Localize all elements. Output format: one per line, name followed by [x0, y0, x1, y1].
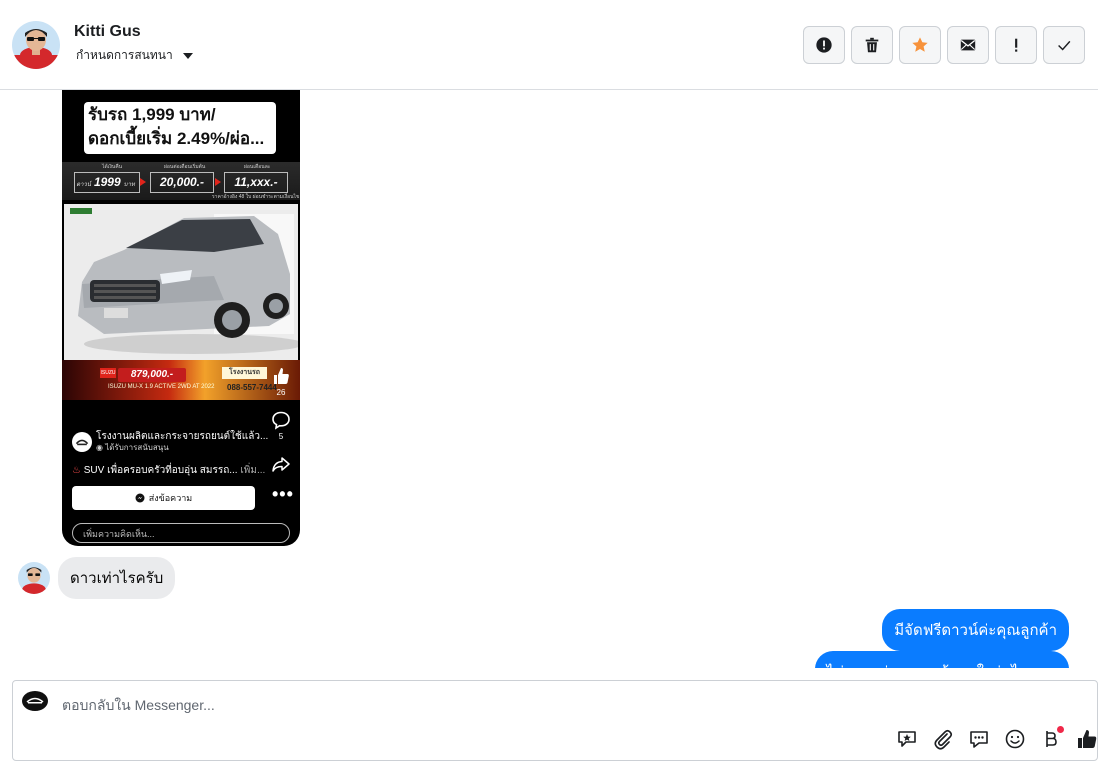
exclamation-icon: [1015, 38, 1018, 52]
ad-title: รับรถ 1,999 บาท/ ดอกเบี้ยเริ่ม 2.49%/ผ่อ…: [84, 102, 276, 154]
trash-icon: [865, 37, 879, 53]
ad-caption: ♨ SUV เพื่อครอบครัวที่อบอุ่น สมรรถ... เพ…: [72, 463, 265, 478]
message-thread[interactable]: รับรถ 1,999 บาท/ ดอกเบี้ยเริ่ม 2.49%/ผ่อ…: [0, 90, 1098, 668]
assign-conversation-dropdown[interactable]: กำหนดการสนทนา: [76, 46, 193, 65]
price-banner: ISUZU 879,000.- ISUZU MU-X 1.9 ACTIVE 2W…: [62, 360, 300, 400]
reply-input[interactable]: ตอบกลับใน Messenger...: [62, 695, 215, 717]
saved-replies-icon: [970, 731, 988, 748]
banner-model: ISUZU MU-X 1.9 ACTIVE 2WD AT 2022: [108, 384, 215, 390]
dealer-logo: โรงงานรถ: [222, 367, 267, 379]
brand-tag: ISUZU: [100, 368, 116, 378]
assign-label: กำหนดการสนทนา: [76, 48, 173, 62]
caption-text: SUV เพื่อครอบครัวที่อบอุ่น สมรรถ...: [83, 465, 238, 476]
composer-tools: [895, 726, 1098, 751]
shared-ad-post[interactable]: รับรถ 1,999 บาท/ ดอกเบี้ยเริ่ม 2.49%/ผ่อ…: [62, 90, 300, 546]
payment-button[interactable]: [1039, 726, 1064, 751]
sticker-button[interactable]: [895, 727, 919, 751]
like-count: 26: [276, 388, 286, 397]
envelope-icon: [960, 39, 976, 51]
price-strip: ได้เงินคืน ผ่อนต่อเดือนเริ่มต้น ผ่อนเดือ…: [62, 162, 300, 200]
incoming-message-row: ดาวเท่าไรครับ: [18, 557, 176, 599]
star-button[interactable]: [899, 26, 941, 64]
saved-replies-button[interactable]: [967, 727, 991, 751]
arrow-right-icon: [215, 178, 221, 186]
monthly-box: 11,xxx.-: [224, 172, 288, 193]
contact-name[interactable]: Kitti Gus: [74, 23, 141, 41]
delete-button[interactable]: [851, 26, 893, 64]
page-avatar: [22, 691, 48, 711]
down-unit: บาท: [123, 182, 135, 188]
thumbs-up-icon: [274, 368, 289, 384]
follow-up-button[interactable]: [995, 26, 1037, 64]
price-caption: ผ่อนเดือนละ: [244, 164, 271, 170]
car-photo: [64, 204, 298, 360]
caret-down-icon: [182, 52, 193, 59]
check-icon: [1058, 40, 1071, 51]
arrow-right-icon: [140, 178, 146, 186]
price-caption: ผ่อนต่อเดือนเริ่มต้น: [164, 164, 206, 170]
like-action[interactable]: 26: [270, 366, 292, 397]
price-caption: ได้เงินคืน: [102, 164, 123, 170]
down-value: 1999: [93, 175, 121, 189]
sender-avatar[interactable]: [18, 562, 50, 594]
notification-dot: [1057, 726, 1064, 733]
send-message-label: ส่งข้อความ: [148, 493, 193, 503]
sponsored-text: ได้รับการสนับสนุน: [105, 443, 169, 452]
strip-note: ราคาอ้างอิง 48 ใบ ผ่อนชำระตามเงื่อนไข: [212, 194, 300, 200]
down-prefix: ดาวน์: [76, 182, 91, 188]
like-send-button[interactable]: [1075, 727, 1098, 751]
page-logo: [72, 432, 92, 452]
done-button[interactable]: [1043, 26, 1085, 64]
spam-button[interactable]: [803, 26, 845, 64]
conversation-header: Kitti Gus กำหนดการสนทนา: [0, 0, 1098, 90]
sponsored-label: ◉ ได้รับการสนับสนุน: [96, 443, 268, 453]
globe-icon: ◉: [96, 443, 106, 452]
ad-page-info[interactable]: โรงงานผลิตและกระจายรถยนต์ใช้แล้ว... ◉ ได…: [72, 431, 268, 453]
share-action[interactable]: [270, 454, 292, 474]
cash-back-box: 20,000.-: [150, 172, 214, 193]
down-payment-box: ดาวน์ 1999 บาท: [74, 172, 140, 193]
messenger-icon: [135, 493, 145, 503]
contact-avatar[interactable]: [12, 21, 60, 69]
banner-price: 879,000.-: [118, 368, 186, 382]
attach-button[interactable]: [931, 727, 955, 751]
more-options-icon[interactable]: •••: [272, 485, 294, 503]
reply-composer: ตอบกลับใน Messenger...: [12, 680, 1098, 761]
star-icon: [912, 37, 928, 52]
comment-input[interactable]: เพิ่มความคิดเห็น...: [72, 523, 290, 543]
emoji-button[interactable]: [1003, 727, 1027, 751]
hot-icon: ♨: [72, 465, 84, 476]
outgoing-message-bubble[interactable]: ไม่ทราบว่าคุณลูกค้าสนใจรุ่นไหนคะ: [814, 651, 1069, 668]
attach-icon: [934, 729, 953, 750]
comment-count: 5: [278, 432, 284, 441]
outgoing-message-bubble[interactable]: มีจัดฟรีดาวน์ค่ะคุณลูกค้า: [882, 609, 1069, 651]
page-name: โรงงานผลิตและกระจายรถยนต์ใช้แล้ว...: [96, 431, 269, 442]
mark-unread-button[interactable]: [947, 26, 989, 64]
see-more-link[interactable]: เพิ่ม...: [238, 465, 265, 476]
incoming-message-bubble[interactable]: ดาวเท่าไรครับ: [58, 557, 176, 599]
sticker-icon: [898, 731, 916, 747]
emoji-icon: [1005, 729, 1025, 749]
alert-circle-icon: [816, 37, 832, 53]
conversation-actions: [803, 26, 1085, 64]
comment-action[interactable]: 5: [270, 410, 292, 441]
send-message-button[interactable]: ส่งข้อความ: [72, 486, 255, 510]
thumbs-up-icon: [1078, 730, 1097, 748]
comment-icon: [272, 411, 290, 430]
share-icon: [272, 457, 290, 472]
